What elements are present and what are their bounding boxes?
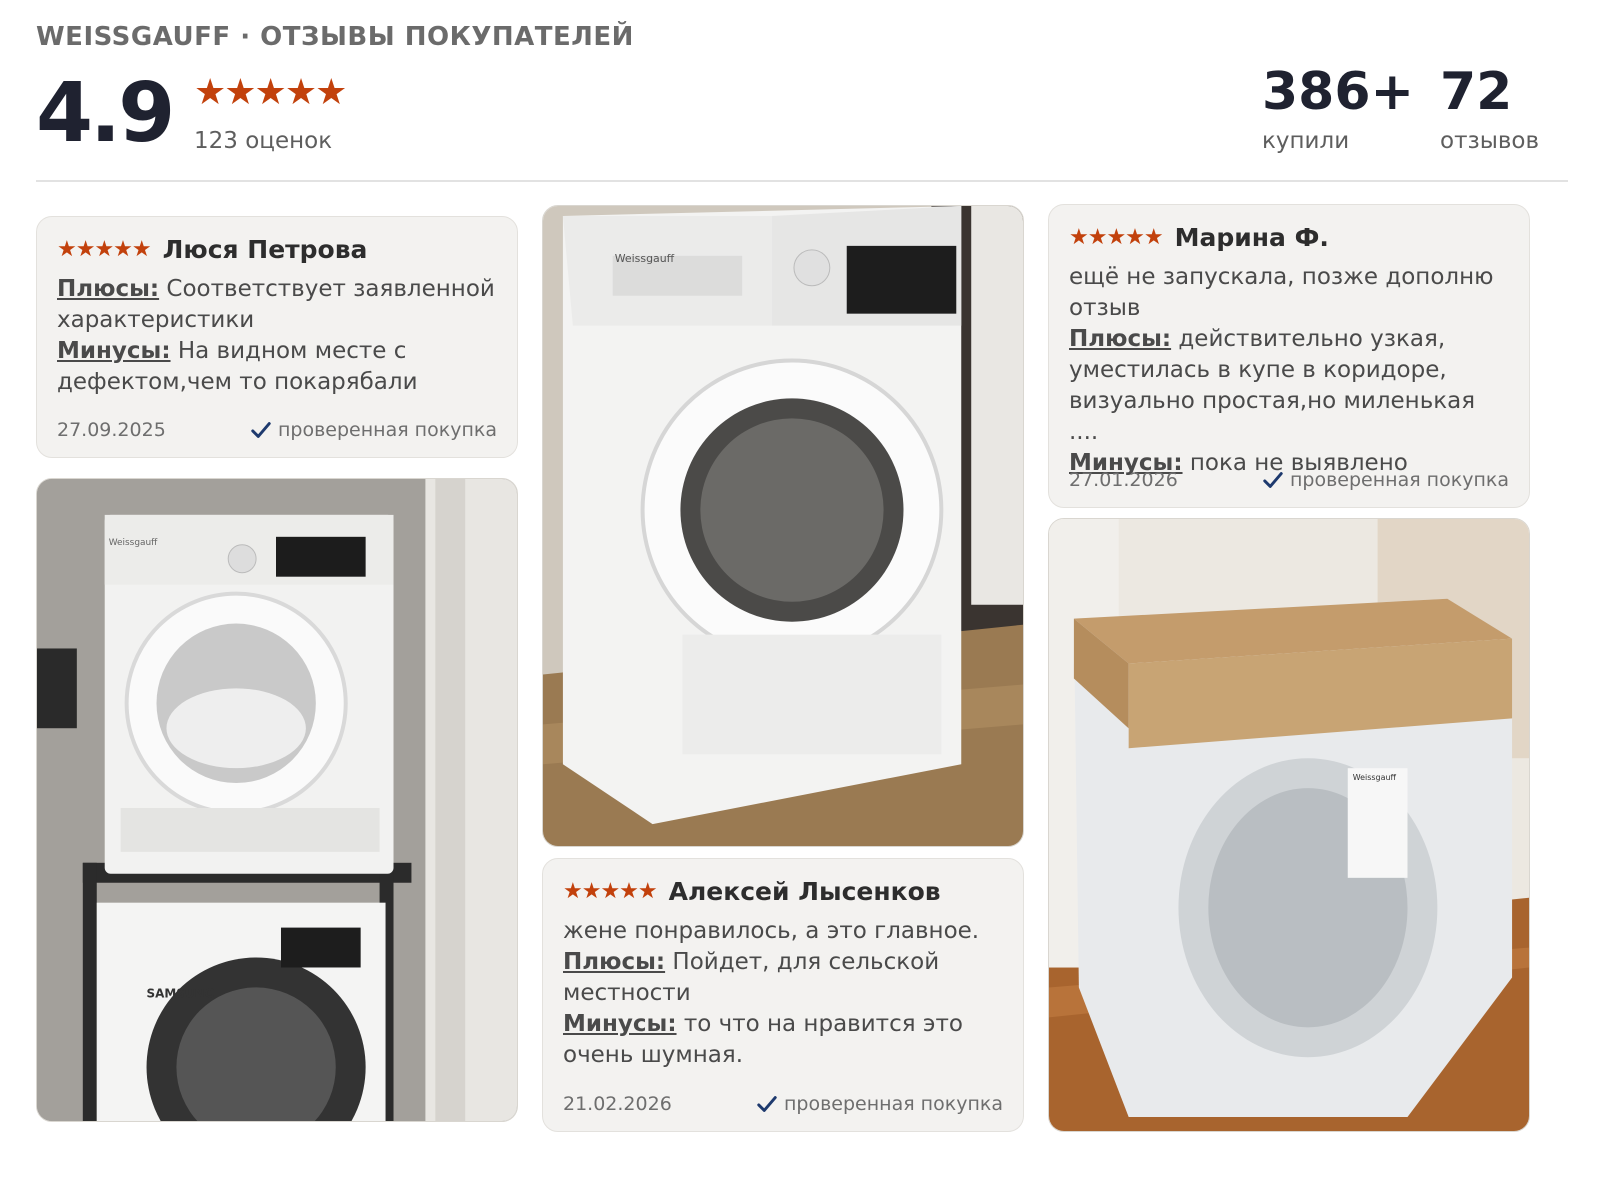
verified-badge: проверенная покупка bbox=[756, 1093, 1003, 1115]
review-card: ★★★★★ Люся Петрова Плюсы: Соответствует … bbox=[36, 216, 518, 458]
check-icon bbox=[1263, 472, 1283, 488]
photo-lower-brand: SAMSUNG bbox=[147, 986, 215, 1000]
review-photo[interactable]: Weissgauff bbox=[542, 205, 1024, 847]
pros-label: Плюсы: bbox=[1069, 326, 1172, 352]
review-date: 27.09.2025 bbox=[57, 419, 166, 441]
cons-label: Минусы: bbox=[57, 338, 171, 364]
review-author: Марина Ф. bbox=[1174, 223, 1329, 252]
pros-label: Плюсы: bbox=[563, 949, 666, 975]
rating-stars-icon: ★★★★★ bbox=[194, 72, 347, 113]
buyers-label: купили bbox=[1262, 128, 1350, 154]
check-icon bbox=[251, 422, 271, 438]
review-author: Люся Петрова bbox=[162, 235, 368, 264]
ratings-count: 123 оценок bbox=[194, 128, 333, 154]
buyers-stat: 386+ купили bbox=[1262, 62, 1414, 154]
brand-title: WEISSGAUFF · ОТЗЫВЫ ПОКУПАТЕЛЕЙ bbox=[36, 22, 634, 52]
reviews-label: отзывов bbox=[1440, 128, 1540, 154]
review-photo[interactable]: SAMSUNG Weissgauff bbox=[36, 478, 518, 1122]
review-intro: жене понравилось, а это главное. bbox=[563, 918, 980, 944]
review-author: Алексей Лысенков bbox=[668, 877, 941, 906]
review-stars-icon: ★★★★★ bbox=[57, 237, 152, 262]
review-photo[interactable]: Weissgauff bbox=[1048, 518, 1530, 1132]
review-card: ★★★★★ Алексей Лысенков жене понравилось,… bbox=[542, 858, 1024, 1132]
photo-brand: Weissgauff bbox=[109, 538, 158, 548]
verified-badge: проверенная покупка bbox=[1262, 469, 1509, 491]
header-divider bbox=[36, 180, 1568, 182]
review-body: Плюсы: Соответствует заявленной характер… bbox=[57, 274, 497, 398]
reviews-stat[interactable]: 72 отзывов bbox=[1440, 62, 1539, 154]
review-date: 21.02.2026 bbox=[563, 1093, 672, 1115]
reviews-count: 72 bbox=[1440, 62, 1513, 122]
photo-brand: Weissgauff bbox=[1353, 773, 1397, 782]
review-card: ★★★★★ Марина Ф. ещё не запускала, позже … bbox=[1048, 204, 1530, 508]
cons-label: Минусы: bbox=[563, 1011, 677, 1037]
verified-label: проверенная покупка bbox=[783, 1093, 1003, 1115]
verified-label: проверенная покупка bbox=[277, 419, 497, 441]
review-stars-icon: ★★★★★ bbox=[1069, 225, 1164, 250]
review-body: жене понравилось, а это главное. Плюсы: … bbox=[563, 916, 1003, 1071]
pros-label: Плюсы: bbox=[57, 276, 160, 302]
review-intro: ещё не запускала, позже дополню отзыв bbox=[1069, 264, 1494, 321]
photo-brand: Weissgauff bbox=[615, 252, 675, 265]
verified-badge: проверенная покупка bbox=[250, 419, 497, 441]
review-stars-icon: ★★★★★ bbox=[563, 879, 658, 904]
buyers-count: 386+ bbox=[1262, 62, 1415, 122]
reviews-header: WEISSGAUFF · ОТЗЫВЫ ПОКУПАТЕЛЕЙ 4.9 ★★★★… bbox=[36, 22, 1568, 182]
average-rating: 4.9 bbox=[36, 66, 175, 161]
review-body: ещё не запускала, позже дополню отзыв Пл… bbox=[1069, 262, 1509, 479]
review-date: 27.01.2026 bbox=[1069, 469, 1178, 491]
verified-label: проверенная покупка bbox=[1289, 469, 1509, 491]
check-icon bbox=[757, 1096, 777, 1112]
